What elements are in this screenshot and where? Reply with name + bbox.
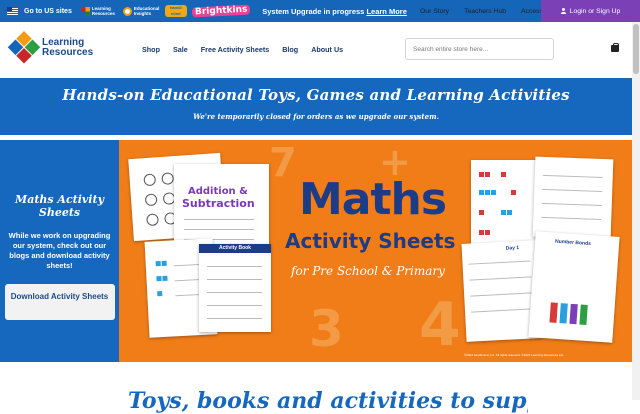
activity-book-page: Activity Book <box>199 244 271 332</box>
brand-lr-label: Learning Resources <box>91 6 115 16</box>
logo-text: Learning Resources <box>42 38 93 58</box>
decorative-numbers: 7 <box>269 140 297 186</box>
nav-sale[interactable]: Sale <box>173 45 188 54</box>
decorative-numbers: 4 <box>419 290 461 360</box>
scrollbar[interactable] <box>632 22 640 400</box>
user-icon <box>560 8 566 14</box>
learning-resources-logo-icon <box>7 31 41 65</box>
teachers-hub-link[interactable]: Teachers Hub <box>464 8 506 15</box>
number-bonds-label: Number Bonds <box>554 238 592 248</box>
shopping-bag-icon[interactable] <box>611 43 619 52</box>
educational-insights-logo-icon <box>122 6 132 16</box>
promo-title: Hands-on Educational Toys, Games and Lea… <box>62 86 570 104</box>
our-story-link[interactable]: Our Story <box>420 8 449 15</box>
activity-book-label: Activity Book <box>199 244 271 253</box>
login-button[interactable]: Login or Sign Up <box>541 0 640 22</box>
main-nav: Shop Sale Free Activity Sheets Blog Abou… <box>142 45 356 54</box>
brand-hand2mind-link[interactable]: hand2 mind <box>164 5 187 17</box>
learning-resources-logo-icon <box>80 6 90 16</box>
logo-line-2: Resources <box>42 47 94 58</box>
system-message: System Upgrade in progress Learn More <box>262 7 407 16</box>
brand-brightkins-link[interactable]: Brightkins <box>191 4 251 18</box>
search-input[interactable]: Search entire store here... <box>405 38 554 60</box>
download-activity-sheets-button[interactable]: Download Activity Sheets <box>4 284 115 320</box>
promo-banner: Hands-on Educational Toys, Games and Lea… <box>0 78 632 135</box>
book-title-line-1: Addition & <box>188 186 248 197</box>
book-title-line-2: Subtraction <box>182 197 255 210</box>
scrollbar-thumb[interactable] <box>633 24 639 74</box>
nav-shop[interactable]: Shop <box>142 45 160 54</box>
maths-subtitle: Activity Sheets <box>285 229 456 253</box>
maths-tagline: for Pre School & Primary <box>291 264 445 278</box>
site-header: Learning Resources Shop Sale Free Activi… <box>0 22 640 78</box>
decorative-numbers: 3 <box>309 300 344 358</box>
day-label: Day 1 <box>505 245 520 252</box>
comparison-worksheet <box>532 156 614 240</box>
maths-hero-image[interactable]: 7 4 3 + Addition & Subtraction Activity … <box>119 140 632 362</box>
nav-blog[interactable]: Blog <box>282 45 298 54</box>
learn-more-link[interactable]: Learn More <box>366 7 406 16</box>
brand-educational-insights-link[interactable]: Educational Insights <box>122 6 160 16</box>
nav-about-us[interactable]: About Us <box>311 45 343 54</box>
maths-title: Maths <box>299 174 447 225</box>
brand-ei-label: Educational Insights <box>133 6 160 16</box>
us-flag-icon[interactable] <box>7 7 18 15</box>
section-heading: Toys, books and activities to support <box>128 388 528 414</box>
brand-learning-resources-link[interactable]: Learning Resources <box>80 6 115 16</box>
system-message-text: System Upgrade in progress <box>262 6 365 16</box>
promo-subtitle: We're temporarily closed for orders as w… <box>193 112 439 121</box>
login-label: Login or Sign Up <box>569 7 621 15</box>
nav-free-activity-sheets[interactable]: Free Activity Sheets <box>201 45 269 54</box>
copyright-text: ©2024 hand2mind, Inc. All rights reserve… <box>464 353 564 357</box>
site-logo[interactable]: Learning Resources <box>7 31 93 64</box>
activity-sheets-panel: Maths Activity Sheets While we work on u… <box>0 140 119 362</box>
activity-sheets-text: While we work on upgrading our system, c… <box>8 231 111 270</box>
number-bonds-worksheet: Number Bonds <box>528 231 620 343</box>
activity-sheets-title: Maths Activity Sheets <box>15 193 104 219</box>
us-sites-link[interactable]: Go to US sites <box>24 8 72 15</box>
